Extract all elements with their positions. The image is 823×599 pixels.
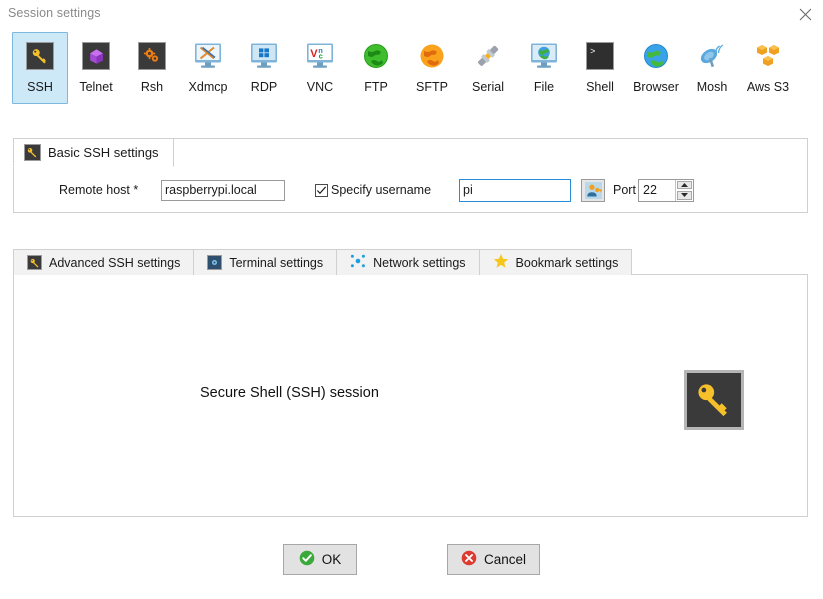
protocol-label: RDP	[250, 80, 278, 94]
shell-terminal-icon: >	[584, 40, 616, 72]
protocol-rsh[interactable]: Rsh	[124, 32, 180, 104]
protocol-label: FTP	[364, 80, 388, 94]
protocol-label: VNC	[306, 80, 334, 94]
dialog-title: Session settings	[8, 6, 101, 20]
session-type-caption: Secure Shell (SSH) session	[200, 385, 379, 401]
basic-settings-body: Remote host * Specify username Port	[13, 167, 808, 213]
protocol-rdp[interactable]: RDP	[236, 32, 292, 104]
port-input[interactable]	[639, 179, 675, 201]
dialog-footer: OK Cancel	[0, 544, 823, 575]
protocol-label: Mosh	[696, 80, 728, 94]
tab-label: Advanced SSH settings	[49, 255, 181, 270]
close-icon[interactable]	[793, 3, 817, 25]
protocol-ssh[interactable]: SSH	[12, 32, 68, 104]
protocol-label: Aws S3	[746, 80, 790, 94]
network-dots-icon	[350, 253, 366, 272]
port-label: Port	[613, 183, 636, 197]
user-key-icon[interactable]	[581, 178, 605, 202]
port-increment-button[interactable]	[677, 180, 692, 189]
sftp-orange-globe-icon	[416, 40, 448, 72]
session-info-panel: Secure Shell (SSH) session	[13, 274, 808, 517]
tab-label: Terminal settings	[229, 255, 324, 270]
tab-label: Network settings	[373, 255, 466, 270]
tab-terminal-settings[interactable]: Terminal settings	[193, 249, 338, 275]
protocol-browser[interactable]: Browser	[628, 32, 684, 104]
ok-button[interactable]: OK	[282, 544, 357, 575]
protocol-xdmcp[interactable]: Xdmcp	[180, 32, 236, 104]
vnc-monitor-icon: V n c	[304, 40, 336, 72]
aws-s3-cubes-icon	[752, 40, 784, 72]
settings-tab-strip: Advanced SSH settings Terminal settings …	[13, 248, 808, 275]
cancel-x-icon	[461, 550, 477, 569]
ftp-green-globe-icon	[360, 40, 392, 72]
tab-advanced-ssh-settings[interactable]: Advanced SSH settings	[13, 249, 195, 275]
protocol-shell[interactable]: > Shell	[572, 32, 628, 104]
protocol-file[interactable]: File	[516, 32, 572, 104]
protocol-vnc[interactable]: V n c VNC	[292, 32, 348, 104]
browser-globe-icon	[640, 40, 672, 72]
protocol-label: SSH	[27, 80, 53, 94]
protocol-serial[interactable]: Serial	[460, 32, 516, 104]
protocol-sftp[interactable]: SFTP	[404, 32, 460, 104]
svg-text:V: V	[310, 48, 318, 60]
protocol-label: Browser	[633, 80, 679, 94]
basic-settings-tab[interactable]: Basic SSH settings	[13, 138, 174, 167]
telnet-cube-icon	[80, 40, 112, 72]
protocol-label: Telnet	[79, 80, 113, 94]
cancel-button-label: Cancel	[483, 552, 527, 567]
cancel-button[interactable]: Cancel	[446, 544, 541, 575]
tab-network-settings[interactable]: Network settings	[336, 249, 480, 275]
protocol-aws-s3[interactable]: Aws S3	[740, 32, 796, 104]
protocol-toolbar: SSH Telnet Rsh Xdmcp RDP V n c VNC FTP S…	[12, 32, 810, 114]
protocol-telnet[interactable]: Telnet	[68, 32, 124, 104]
rsh-gears-icon	[136, 40, 168, 72]
protocol-label: Rsh	[140, 80, 164, 94]
svg-text:c: c	[319, 52, 323, 61]
remote-host-label: Remote host *	[59, 183, 139, 197]
protocol-label: Serial	[472, 80, 504, 94]
protocol-label: Shell	[586, 80, 614, 94]
protocol-label: SFTP	[416, 80, 448, 94]
serial-plug-icon	[472, 40, 504, 72]
terminal-settings-icon	[207, 254, 223, 271]
mosh-satellite-icon	[696, 40, 728, 72]
protocol-ftp[interactable]: FTP	[348, 32, 404, 104]
svg-text:>: >	[590, 47, 595, 57]
xdmcp-monitor-icon	[192, 40, 224, 72]
port-stepper[interactable]	[638, 178, 694, 202]
tab-label: Bookmark settings	[515, 255, 619, 270]
star-icon	[493, 253, 509, 272]
checkbox-box	[315, 183, 328, 197]
tab-bookmark-settings[interactable]: Bookmark settings	[478, 249, 633, 275]
protocol-mosh[interactable]: Mosh	[684, 32, 740, 104]
ssh-key-icon	[24, 144, 41, 161]
dialog-titlebar: Session settings	[0, 0, 823, 27]
ok-check-icon	[299, 550, 315, 569]
ssh-key-icon	[684, 370, 744, 430]
rdp-windows-monitor-icon	[248, 40, 280, 72]
ok-button-label: OK	[321, 552, 342, 567]
protocol-label: Xdmcp	[188, 80, 228, 94]
port-decrement-button[interactable]	[677, 191, 692, 200]
basic-settings-tab-label: Basic SSH settings	[48, 145, 159, 160]
file-monitor-globe-icon	[528, 40, 560, 72]
port-spin-buttons	[675, 179, 693, 201]
username-input[interactable]	[459, 178, 571, 202]
ssh-key-icon	[24, 40, 56, 72]
ssh-key-icon	[27, 255, 42, 271]
specify-username-label: Specify username	[331, 183, 432, 197]
protocol-label: File	[533, 80, 555, 94]
specify-username-checkbox[interactable]: Specify username	[315, 183, 431, 197]
remote-host-input[interactable]	[161, 179, 285, 201]
